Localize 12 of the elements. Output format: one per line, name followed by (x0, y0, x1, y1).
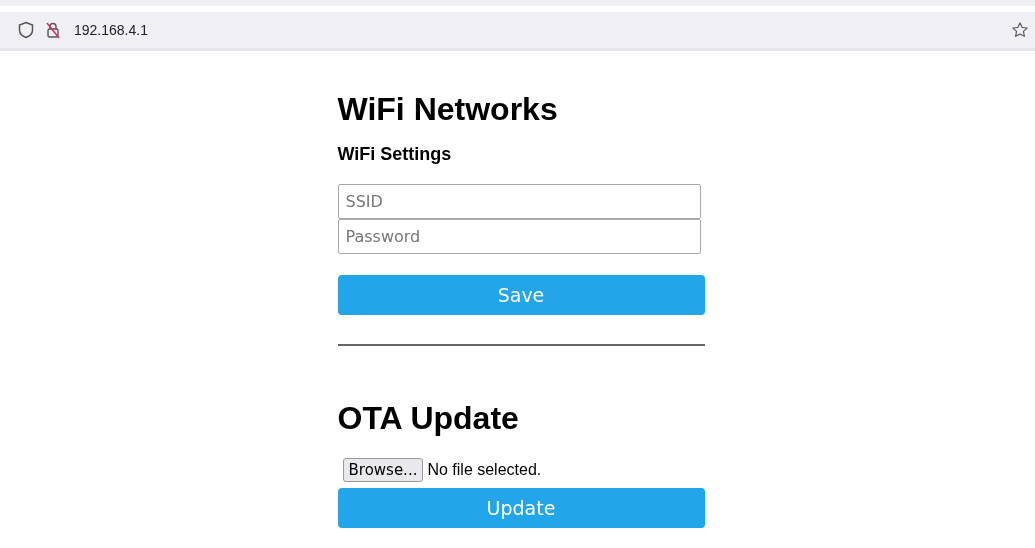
star-icon[interactable] (1011, 21, 1029, 39)
address-bar[interactable]: 192.168.4.1 (0, 12, 1035, 51)
address-text: 192.168.4.1 (74, 22, 148, 38)
section-heading: WiFi Settings (337, 143, 453, 165)
shield-icon[interactable] (18, 21, 34, 39)
text-field[interactable]: Password (337, 219, 701, 254)
text-field[interactable]: SSID (337, 184, 701, 219)
crossed-lock-icon[interactable] (44, 21, 62, 39)
file-status: No file selected. (427, 461, 542, 479)
page-title: WiFi Networks (337, 90, 559, 129)
browse-button[interactable]: Browse... (342, 458, 424, 482)
section-title: OTA Update (337, 399, 520, 438)
